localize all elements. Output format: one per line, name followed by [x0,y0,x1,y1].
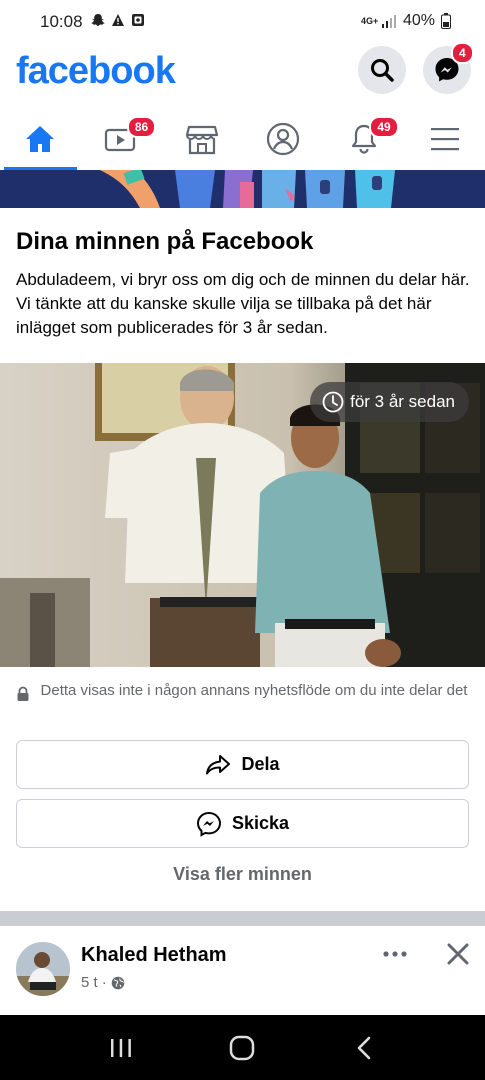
status-right: 4G+ 40% [361,12,451,30]
system-nav-bar [0,1015,485,1080]
signal-icon [381,15,396,28]
close-icon [447,943,469,965]
tab-bar: 86 49 [0,108,485,170]
home-icon [26,126,55,152]
warning-icon [112,14,124,26]
status-bar: 10:08 4G+ 40% [0,0,485,44]
notifications-badge: 49 [369,116,399,138]
battery-icon [441,13,451,29]
search-icon [371,59,394,82]
watch-badge: 86 [126,116,157,138]
clock-icon [322,391,344,413]
avatar-image [16,942,70,996]
post-author[interactable]: Khaled Hetham [81,944,227,967]
post-meta: 5 t · [81,974,125,991]
memory-photo[interactable]: för 3 år sedan [0,363,485,667]
more-dots-icon [383,951,407,957]
recents-button[interactable] [101,1028,141,1068]
home-nav-button[interactable] [222,1028,262,1068]
facebook-logo[interactable]: facebook [16,50,176,93]
see-more-memories-link[interactable]: Visa fler minnen [0,864,485,885]
share-icon [206,754,231,774]
status-notification-icons [91,13,145,27]
snapchat-icon [91,14,105,26]
avatar[interactable] [16,942,70,996]
store-icon [185,125,219,155]
profile-icon [266,122,299,156]
tab-watch[interactable]: 86 [81,108,162,170]
tab-marketplace[interactable] [162,108,243,170]
post-time[interactable]: 5 t [81,974,98,991]
hide-post-button[interactable] [444,940,472,968]
search-button[interactable] [358,46,406,94]
lock-icon [17,686,29,701]
feed-separator [0,911,485,926]
back-icon [357,1036,371,1059]
recents-icon [110,1038,131,1057]
tab-home[interactable] [0,108,81,170]
home-circle-icon [230,1035,255,1060]
messenger-button[interactable]: 4 [423,42,474,94]
memory-title: Dina minnen på Facebook [16,228,314,255]
memories-banner-illustration [0,170,485,208]
share-button[interactable]: Dela [16,740,469,789]
tab-menu[interactable] [404,108,485,170]
time-ago-label: för 3 år sedan [350,392,455,411]
hamburger-icon [430,128,459,151]
tab-notifications[interactable]: 49 [323,108,404,170]
send-label: Skicka [231,813,290,833]
messenger-outline-icon [196,811,221,837]
network-label: 4G+ [360,15,379,26]
globe-icon [111,976,124,989]
top-app-bar: facebook 4 [0,42,485,104]
meta-separator: · [101,974,107,991]
banner-art [0,170,485,208]
time-ago-chip: för 3 år sedan [310,382,469,422]
post-more-button[interactable] [380,942,410,966]
back-button[interactable] [344,1028,384,1068]
share-label: Dela [241,754,280,774]
battery-percent: 40% [402,12,435,29]
send-button[interactable]: Skicka [16,799,469,848]
memory-description: Abduladeem, vi bryr oss om dig och de mi… [16,270,470,337]
messenger-badge: 4 [451,42,474,64]
status-time: 10:08 [40,12,83,31]
tab-profile[interactable] [242,108,323,170]
privacy-text: Detta visas inte i någon annans nyhetsfl… [40,682,468,699]
screenshot-icon [132,14,144,26]
privacy-notice: Detta visas inte i någon annans nyhetsfl… [0,680,485,702]
